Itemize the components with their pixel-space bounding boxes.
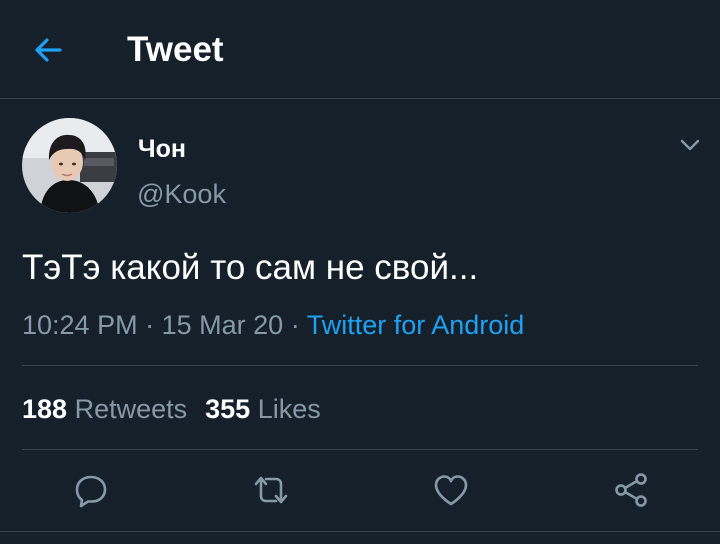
share-button[interactable] <box>611 470 651 510</box>
like-button[interactable] <box>431 470 471 510</box>
page-title: Tweet <box>127 30 224 69</box>
arrow-left-icon <box>35 38 62 62</box>
top-app-bar: Tweet <box>0 0 720 99</box>
author-handle[interactable]: @Kook <box>137 178 226 210</box>
reply-icon <box>75 475 107 508</box>
more-options-button[interactable] <box>676 133 704 157</box>
divider <box>22 365 698 366</box>
tweet-time: 10:24 PM <box>22 310 138 340</box>
back-button[interactable] <box>28 30 68 70</box>
share-icon <box>615 473 647 507</box>
chevron-down-icon <box>680 139 700 151</box>
tweet-date: 15 Mar 20 <box>161 310 284 340</box>
meta-separator: · <box>145 310 155 340</box>
tweet-stats: 188 Retweets 355 Likes <box>22 392 321 426</box>
divider <box>22 449 698 450</box>
retweet-button[interactable] <box>251 470 291 510</box>
avatar-photo <box>22 118 117 213</box>
retweets-label: Retweets <box>74 394 188 424</box>
reply-button[interactable] <box>71 470 111 510</box>
likes-stat[interactable]: 355 Likes <box>205 394 321 424</box>
meta-separator: · <box>290 310 300 340</box>
heart-icon <box>434 475 468 506</box>
retweets-count: 188 <box>22 394 68 424</box>
likes-label: Likes <box>257 394 321 424</box>
tweet-text: ТэТэ какой то сам не свой... <box>22 248 479 287</box>
likes-count: 355 <box>205 394 251 424</box>
tweet-meta: 10:24 PM · 15 Mar 20 · Twitter for Andro… <box>22 308 524 342</box>
author-display-name[interactable]: Чон <box>138 134 186 164</box>
tweet-source-link[interactable]: Twitter for Android <box>307 310 525 340</box>
retweet-icon <box>254 476 288 504</box>
retweets-stat[interactable]: 188 Retweets <box>22 394 187 424</box>
avatar[interactable] <box>22 118 117 213</box>
divider <box>0 531 720 532</box>
